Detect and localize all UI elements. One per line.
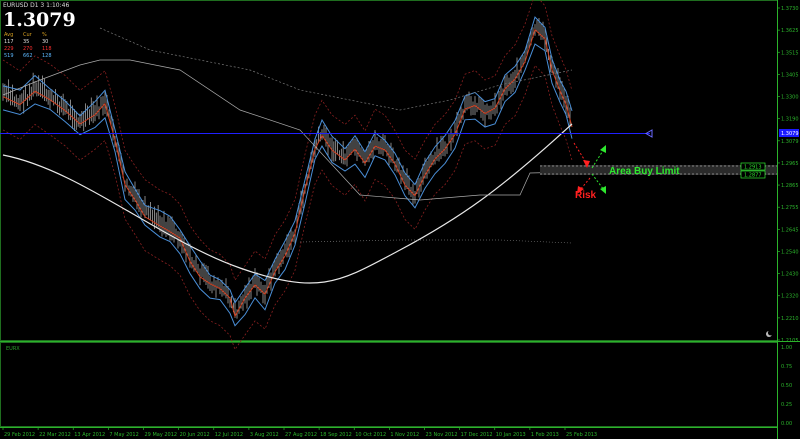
price-tick-label: 1.2210 — [781, 316, 799, 322]
current-price-tag-text: 1.3079 — [781, 131, 799, 137]
grey-lower-band — [299, 239, 573, 244]
time-tick-label: 17 Dec 2012 — [461, 432, 493, 438]
red-ma-line — [2, 28, 573, 318]
price-tick-label: 1.2320 — [781, 294, 799, 300]
red-upper-band — [2, 0, 573, 281]
down-arrow-line-2 — [591, 173, 605, 191]
stats-cur-value: 270 — [23, 46, 33, 52]
price-tick-label: 1.3625 — [781, 28, 799, 34]
stats-pct-value: 128 — [42, 53, 52, 59]
stats-row-1: 117 35 30 — [4, 39, 62, 46]
price-tick-label: 1.3730 — [781, 6, 799, 12]
risk-label: Risk — [575, 190, 597, 201]
time-axis[interactable]: 29 Feb 2012 22 Mar 2012 13 Apr 2012 7 May 2… — [2, 427, 597, 438]
time-tick-label: 29 May 2012 — [145, 432, 178, 438]
current-price-display: 1.3079 — [3, 9, 76, 31]
time-tick-label: 10 Oct 2012 — [355, 432, 386, 438]
price-tick-label: 1.3079 — [781, 139, 799, 145]
moon-icon — [766, 330, 774, 337]
buy-limit-tag-1-text: 1.2913 — [744, 165, 762, 171]
symbol-label: EURUSD D1 3 1:10:46 — [3, 2, 70, 9]
stats-header-pct: % — [42, 32, 47, 38]
white-ma-line — [2, 123, 573, 284]
area-buy-limit-label: Area Buy Limit — [609, 166, 680, 177]
blue-upper-line — [2, 16, 573, 304]
indicator-tick-label: 0.75 — [781, 364, 792, 370]
price-tick-label: 1.3300 — [781, 95, 799, 101]
time-tick-label: 22 Mar 2012 — [39, 432, 71, 438]
stats-header-row: Avg Cur % — [4, 32, 62, 39]
stats-pct-value: 30 — [42, 39, 49, 45]
price-tick-label: 1.2755 — [781, 205, 799, 211]
indicator-lines — [2, 0, 573, 351]
time-tick-label: 12 Jul 2012 — [215, 432, 243, 438]
time-tick-label: 1 Nov 2012 — [390, 432, 419, 438]
time-tick-label: 3 Aug 2012 — [250, 432, 279, 438]
time-tick-label: 20 Jun 2012 — [180, 432, 210, 438]
indicator-tick-label: 1.00 — [781, 345, 792, 351]
stats-panel: Avg Cur % 117 35 30 229 270 118 519 662 … — [4, 32, 62, 60]
price-tick-label: 1.3515 — [781, 50, 799, 56]
time-tick-label: 25 Feb 2013 — [566, 432, 597, 438]
indicator-pane-frame — [0, 342, 778, 427]
chart-canvas[interactable]: Area Buy Limit Risk 1.37301.36251.35151.… — [0, 0, 800, 439]
blue-lower-line — [2, 43, 573, 327]
time-tick-label: 29 Feb 2012 — [4, 432, 35, 438]
time-tick-label: 27 Aug 2012 — [285, 432, 317, 438]
time-tick-label: 7 May 2012 — [109, 432, 138, 438]
stats-header-avg: Avg — [4, 32, 14, 38]
buy-limit-tag-2: 1.2877 — [740, 170, 766, 179]
chart-window[interactable]: Area Buy Limit Risk 1.3730 1.3625 1.3515 1.… — [0, 0, 800, 439]
indicator-pane-label: EURX — [6, 346, 20, 352]
indicator-axis[interactable]: 1.00 0.75 0.50 0.25 0.00 — [781, 345, 792, 427]
indicator-tick-label: 0.00 — [781, 421, 792, 427]
grey-step-line — [2, 59, 573, 201]
price-tick-label: 1.2865 — [781, 183, 799, 189]
time-tick-label: 23 Nov 2012 — [426, 432, 458, 438]
indicator-tick-label: 0.25 — [781, 402, 792, 408]
current-price-tag: 1.3079 — [779, 129, 799, 137]
buy-limit-tag-1: 1.2913 — [740, 162, 766, 171]
price-tick-label: 1.3405 — [781, 72, 799, 78]
stats-avg-value: 519 — [4, 53, 14, 59]
price-tick-label: 1.2645 — [781, 227, 799, 233]
buy-limit-tag-2-text: 1.2877 — [744, 173, 762, 179]
stats-pct-value: 118 — [42, 46, 52, 52]
time-tick-label: 13 Apr 2012 — [74, 432, 105, 438]
stats-header-cur: Cur — [23, 32, 32, 38]
time-tick-label: 18 Sep 2012 — [320, 432, 352, 438]
price-tick-label: 1.2965 — [781, 161, 799, 167]
price-tick-label: 1.2430 — [781, 272, 799, 278]
price-tick-label: 1.2540 — [781, 249, 799, 255]
time-tick-label: 10 Jan 2013 — [496, 432, 526, 438]
stats-avg-value: 229 — [4, 46, 14, 52]
down-arrow-head-2 — [600, 186, 606, 194]
indicator-tick-label: 0.50 — [781, 383, 792, 389]
up-arrow-head-1 — [600, 145, 606, 153]
price-tick-label: 1.2105 — [781, 338, 799, 344]
stats-row-3: 519 662 128 — [4, 53, 62, 60]
stats-cur-value: 662 — [23, 53, 33, 59]
price-tick-label: 1.3190 — [781, 117, 799, 123]
stats-avg-value: 117 — [4, 39, 14, 45]
stats-row-2: 229 270 118 — [4, 46, 62, 53]
time-tick-label: 1 Feb 2013 — [531, 432, 559, 438]
stats-cur-value: 35 — [23, 39, 30, 45]
price-axis[interactable]: 1.3730 1.3625 1.3515 1.3405 1.3300 1.3190 1.30… — [777, 6, 799, 344]
